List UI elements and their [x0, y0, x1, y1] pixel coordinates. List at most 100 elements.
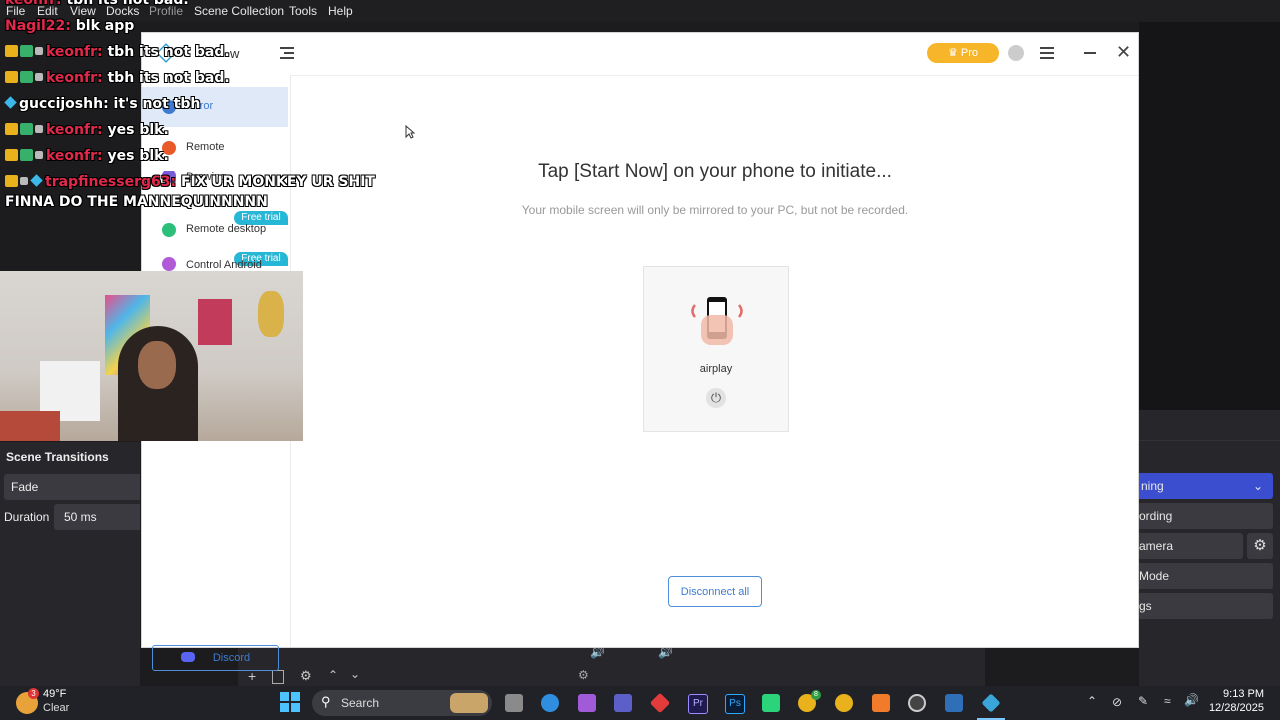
chat-message: yes blk. [107, 148, 169, 164]
chrome-icon[interactable] [835, 694, 853, 712]
studio-mode-button[interactable]: Mode [1139, 563, 1273, 589]
chat-message: blk app [75, 18, 135, 34]
crown-badge-icon [5, 123, 18, 135]
chrome-badge: 8 [811, 690, 821, 700]
airplay-device-card[interactable]: airplay ⏻ [643, 266, 789, 432]
network-off-icon[interactable]: ⊘ [1112, 695, 1122, 709]
chat-username: guccijoshh: [19, 96, 109, 112]
gem-badge-icon [4, 96, 17, 109]
collapse-menu-icon[interactable] [278, 45, 294, 59]
edge-icon[interactable] [541, 694, 559, 712]
remote-desktop-icon [162, 223, 176, 237]
weather-temp[interactable]: 49°F [43, 688, 66, 700]
chat-line: guccijoshh: it's not tbh [4, 96, 200, 112]
pen-icon[interactable]: ✎ [1138, 694, 1148, 708]
app-blue-icon[interactable] [945, 694, 963, 712]
sub-badge-icon [20, 123, 33, 135]
mod-badge-icon [35, 125, 43, 133]
sidebar-item-label: Remote [186, 141, 225, 153]
device-label: airplay [699, 363, 733, 375]
chevron-up-icon[interactable]: ⌃ [1087, 694, 1097, 708]
power-icon[interactable]: ⏻ [706, 388, 726, 408]
chat-username: keonfr: [46, 122, 103, 138]
chat-message: tbh its not bad. [107, 70, 230, 86]
transition-select[interactable]: Fade [4, 474, 140, 500]
wifi-icon[interactable]: ≈ [1164, 694, 1171, 708]
weather-desc: Clear [43, 702, 70, 714]
premiere-icon[interactable]: Pr [688, 694, 708, 714]
obs-icon[interactable] [908, 694, 926, 712]
start-recording-button[interactable]: ording [1139, 503, 1273, 529]
crown-badge-icon [5, 149, 18, 161]
start-streaming-button[interactable]: ning ⌄ [1139, 473, 1273, 499]
mod-badge-icon [35, 151, 43, 159]
chat-username: Nagil22: [5, 18, 71, 34]
mixer-settings-icon[interactable]: ⚙ [578, 668, 589, 682]
teams-icon[interactable] [614, 694, 632, 712]
scene-transitions-panel: Scene Transitions Fade Duration 50 ms [0, 442, 140, 686]
chevron-down-icon: ⌄ [1252, 479, 1263, 493]
webcam-feed [0, 271, 303, 441]
chat-line: keonfr: tbh its not bad. [5, 44, 230, 60]
discord-button[interactable]: Discord [152, 645, 279, 671]
chat-username: keonfr: [5, 0, 62, 8]
sidebar-item-label: Remote desktop [186, 223, 267, 235]
taskbar-search[interactable]: ⚲ Search [312, 690, 492, 716]
chevron-down-icon[interactable]: ⌄ [350, 667, 360, 681]
mod-badge-icon [35, 47, 43, 55]
chat-line: keonfr: yes blk. [5, 148, 169, 164]
app-logo-text: w [230, 46, 240, 61]
copilot-icon[interactable] [578, 694, 596, 712]
chat-message: FINNA DO THE MANNEQUINNNNN [5, 194, 268, 210]
sidebar-item-control-android[interactable]: Control Android [142, 253, 288, 271]
disconnect-all-button[interactable]: Disconnect all [668, 576, 762, 607]
chat-line: Nagil22: blk app [5, 18, 134, 34]
mirror-app-icon[interactable] [981, 693, 1001, 713]
volume-icon[interactable]: 🔊 [1184, 693, 1199, 707]
windows-start-icon[interactable] [280, 692, 300, 712]
menu-help[interactable]: Help [328, 4, 353, 18]
obs-preview-area [1139, 22, 1280, 410]
settings-button[interactable]: gs [1139, 593, 1273, 619]
task-view-icon[interactable] [505, 694, 523, 712]
weather-badge: 3 [28, 688, 39, 699]
mod-badge-icon [35, 73, 43, 81]
pro-button[interactable]: ♛ Pro [927, 43, 999, 63]
chat-line: keonfr: tbh its not bad. [5, 70, 230, 86]
chevron-up-icon[interactable]: ⌃ [328, 668, 338, 682]
mirror-instructions-title: Tap [Start Now] on your phone to initiat… [538, 161, 892, 182]
minimize-icon[interactable] [1084, 52, 1096, 54]
hamburger-menu-icon[interactable] [1040, 47, 1054, 59]
mod-badge-icon [20, 177, 28, 185]
virtual-camera-button[interactable]: amera [1139, 533, 1243, 559]
trash-icon[interactable] [272, 670, 284, 684]
duration-input[interactable]: 50 ms [54, 504, 140, 530]
photoshop-icon[interactable]: Ps [725, 694, 745, 714]
clock-time[interactable]: 9:13 PM [1210, 688, 1264, 700]
sidebar-item-label: Control Android [186, 259, 262, 271]
duration-value: 50 ms [64, 510, 97, 524]
close-icon[interactable]: ✕ [1116, 42, 1131, 62]
sub-badge-icon [20, 71, 33, 83]
gear-icon[interactable]: ⚙ [1247, 533, 1273, 559]
sidebar-item-remote-desktop[interactable]: Remote desktop [142, 210, 288, 250]
user-avatar-icon[interactable] [1008, 45, 1024, 61]
wall-poster [258, 291, 284, 337]
controls-header [1139, 412, 1280, 441]
gear-icon[interactable]: ⚙ [300, 668, 312, 684]
search-highlight-icon [450, 693, 488, 713]
menu-scene-collection[interactable]: Scene Collection [194, 4, 284, 18]
chat-line: keonfr: yes blk. [5, 122, 169, 138]
menu-tools[interactable]: Tools [289, 4, 317, 18]
settings-label: gs [1139, 599, 1152, 613]
app-red-icon[interactable] [649, 692, 671, 714]
search-placeholder: Search [341, 696, 380, 710]
chat-message: tbh its not bad. [107, 44, 230, 60]
recording-label: ording [1139, 509, 1173, 523]
mouse-cursor-icon [405, 125, 415, 139]
app-green-icon[interactable] [762, 694, 780, 712]
streamer-face [138, 341, 176, 389]
chair [0, 411, 60, 441]
clock-date[interactable]: 12/28/2025 [1200, 702, 1264, 714]
app-orange-icon[interactable] [872, 694, 890, 712]
